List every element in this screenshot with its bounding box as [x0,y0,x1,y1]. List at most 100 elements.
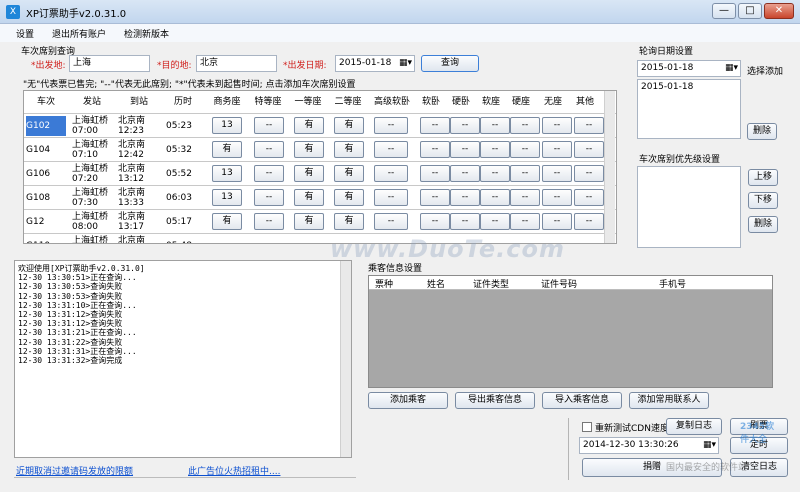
copy-log-button[interactable]: 复制日志 [666,418,722,435]
seat-button[interactable]: -- [420,141,450,158]
seat-button[interactable]: -- [574,165,604,182]
seat-button[interactable]: 有 [212,141,242,158]
priority-delete-button[interactable]: 删除 [748,216,778,233]
seat-button[interactable]: -- [420,213,450,230]
add-passenger-button[interactable]: 添加乘客 [368,392,448,409]
seat-button[interactable]: -- [574,189,604,206]
seat-button[interactable]: -- [480,141,510,158]
poll-delete-button[interactable]: 删除 [747,123,777,140]
seat-button[interactable]: -- [374,117,408,134]
seat-button[interactable]: 有 [294,165,324,182]
timer-calendar-icon[interactable]: ▦▾ [703,438,716,453]
table-row[interactable]: G108 上海虹桥 07:30 北京南 13:33 06:03 13 -- 有有 -- -- -- --… [24,185,616,209]
seat-button[interactable]: -- [542,213,572,230]
seat-button[interactable]: -- [420,189,450,206]
from-station: 上海虹桥 [72,188,109,198]
table-row[interactable]: G12 上海虹桥 08:00 北京南 13:17 05:17 有 -- 有有 -- -- -- -- --… [24,209,616,233]
close-button[interactable]: ✕ [764,3,794,19]
seat-button[interactable]: -- [480,189,510,206]
seat-button[interactable]: -- [420,165,450,182]
seat-button[interactable]: -- [542,117,572,134]
seat-button[interactable]: -- [420,117,450,134]
seat-button[interactable]: -- [510,165,540,182]
date-picker[interactable]: 2015-01-18 ▦▾ [335,55,415,72]
minimize-button[interactable]: — [712,3,736,19]
table-row[interactable]: G102 上海虹桥 07:00 北京南 12:23 05:23 13 -- 有有 -- -- -- --… [24,113,616,137]
import-passenger-button[interactable]: 导入乘客信息 [542,392,622,409]
seat-button[interactable]: -- [510,117,540,134]
seat-button[interactable]: -- [450,213,480,230]
seat-button[interactable]: -- [574,141,604,158]
poll-calendar-icon[interactable]: ▦▾ [725,61,738,76]
seat-button[interactable]: 有 [334,141,364,158]
seat-button[interactable]: -- [450,165,480,182]
seat-button[interactable]: -- [374,213,408,230]
cdn-checkbox[interactable] [582,422,592,432]
seat-button[interactable]: 有 [294,189,324,206]
seat-button[interactable]: -- [574,117,604,134]
table-vertical-scrollbar[interactable] [604,91,615,243]
from-input[interactable]: 上海 [69,55,150,72]
ad-link[interactable]: 此广告位火热招租中.... [188,464,280,477]
arrive-time: 13:17 [118,222,144,232]
seat-button[interactable]: -- [480,213,510,230]
to-input[interactable]: 北京 [196,55,277,72]
seat-button[interactable]: -- [480,117,510,134]
priority-list[interactable] [637,166,741,248]
select-add-label[interactable]: 选择添加 [747,64,783,77]
maximize-button[interactable]: □ [738,3,762,19]
seat-button[interactable]: 有 [294,141,324,158]
search-button[interactable]: 查询 [421,55,479,72]
seat-button[interactable]: 有 [212,213,242,230]
seat-button[interactable]: -- [254,165,284,182]
seat-button[interactable]: 13 [212,117,242,134]
seat-button[interactable]: 有 [334,189,364,206]
seat-button[interactable]: -- [542,189,572,206]
menu-logout-all[interactable]: 退出所有账户 [52,27,106,40]
seat-button[interactable]: -- [480,165,510,182]
seat-button[interactable]: 有 [334,165,364,182]
seat-button[interactable]: 有 [294,117,324,134]
seat-button[interactable]: -- [510,213,540,230]
title-bar[interactable]: X XP订票助手v2.0.31.0 — □ ✕ [0,0,800,24]
log-scrollbar[interactable] [340,261,351,457]
seat-button[interactable]: -- [450,141,480,158]
seat-button[interactable]: -- [254,213,284,230]
export-passenger-button[interactable]: 导出乘客信息 [455,392,535,409]
seat-button[interactable]: 有 [334,117,364,134]
seat-button[interactable]: 13 [212,189,242,206]
col-deluxe-sleeper: 高级软卧 [368,91,416,113]
legend-hint: "无"代表票已售完; "--"代表无此席别; "*"代表未到起售时间; 点击添加… [23,80,356,90]
seat-button[interactable]: -- [254,117,284,134]
calendar-dropdown-icon[interactable]: ▦▾ [399,56,412,71]
seat-button[interactable]: -- [450,189,480,206]
seat-button[interactable]: 有 [334,213,364,230]
seat-button[interactable]: -- [374,189,408,206]
poll-date-picker[interactable]: 2015-01-18 ▦▾ [637,60,741,77]
poll-date-list[interactable]: 2015-01-18 [637,79,741,139]
seat-button[interactable]: -- [254,189,284,206]
table-row[interactable]: G106 上海虹桥 07:20 北京南 13:12 05:52 13 -- 有有 -- -- -- --… [24,161,616,185]
quota-link[interactable]: 近期取消过邀请码发放的限额 [16,464,133,477]
seat-button[interactable]: 13 [212,165,242,182]
seat-button[interactable]: -- [374,141,408,158]
seat-button[interactable]: -- [574,213,604,230]
seat-button[interactable]: -- [374,165,408,182]
seat-button[interactable]: 有 [294,213,324,230]
list-item[interactable]: 2015-01-18 [638,80,740,94]
seat-button[interactable]: -- [254,141,284,158]
table-row[interactable]: G104 上海虹桥 07:10 北京南 12:42 05:32 有 -- 有有 -- -- -- -- -… [24,137,616,161]
menu-settings[interactable]: 设置 [16,27,34,40]
move-down-button[interactable]: 下移 [748,192,778,209]
duration: 05:23 [166,121,192,131]
seat-button[interactable]: -- [510,141,540,158]
seat-button[interactable]: -- [450,117,480,134]
seat-button[interactable]: -- [542,141,572,158]
move-up-button[interactable]: 上移 [748,169,778,186]
seat-button[interactable]: -- [510,189,540,206]
menu-check-update[interactable]: 检测新版本 [124,27,169,40]
passenger-table[interactable]: 票种 姓名 证件类型 证件号码 手机号 [368,275,773,388]
seat-button[interactable]: -- [542,165,572,182]
add-contact-button[interactable]: 添加常用联系人 [629,392,709,409]
timer-datetime-picker[interactable]: 2014-12-30 13:30:26 ▦▾ [579,437,719,454]
